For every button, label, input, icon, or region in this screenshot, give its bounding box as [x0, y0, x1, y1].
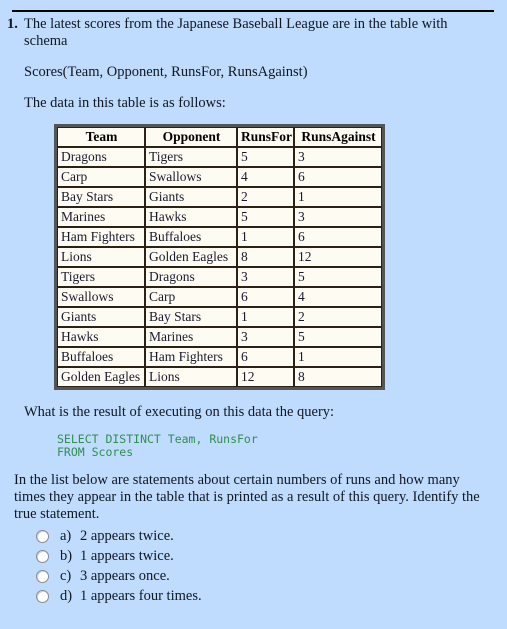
- cell-runsagainst: 6: [294, 227, 382, 247]
- option-c[interactable]: c) 3 appears once.: [36, 566, 507, 586]
- cell-runsfor: 6: [237, 287, 294, 307]
- column-header-runsfor: RunsFor: [237, 127, 294, 147]
- cell-opponent: Swallows: [145, 167, 237, 187]
- radio-button-icon[interactable]: [36, 529, 49, 543]
- answer-options: a) 2 appears twice. b) 1 appears twice. …: [0, 526, 507, 606]
- cell-runsagainst: 12: [294, 247, 382, 267]
- cell-runsfor: 8: [237, 247, 294, 267]
- cell-opponent: Lions: [145, 367, 237, 387]
- option-label: 3 appears once.: [80, 568, 170, 584]
- cell-opponent: Giants: [145, 187, 237, 207]
- question-stem: The latest scores from the Japanese Base…: [24, 16, 448, 49]
- cell-team: Ham Fighters: [57, 227, 145, 247]
- cell-runsagainst: 5: [294, 327, 382, 347]
- table-row: Hawks Marines 3 5: [57, 327, 382, 347]
- cell-team: Buffaloes: [57, 347, 145, 367]
- cell-runsfor: 5: [237, 207, 294, 227]
- cell-runsagainst: 4: [294, 287, 382, 307]
- cell-opponent: Golden Eagles: [145, 247, 237, 267]
- scores-table-body: Dragons Tigers 5 3 Carp Swallows 4 6 Bay…: [57, 147, 382, 387]
- cell-opponent: Dragons: [145, 267, 237, 287]
- cell-opponent: Carp: [145, 287, 237, 307]
- cell-runsfor: 1: [237, 307, 294, 327]
- column-header-team: Team: [57, 127, 145, 147]
- cell-runsagainst: 3: [294, 147, 382, 167]
- schema-declaration: Scores(Team, Opponent, RunsFor, RunsAgai…: [24, 64, 308, 80]
- cell-runsagainst: 5: [294, 267, 382, 287]
- table-row: Dragons Tigers 5 3: [57, 147, 382, 167]
- option-label: 1 appears twice.: [80, 548, 174, 564]
- list-intro-text: In the list below are statements about c…: [14, 472, 480, 522]
- cell-opponent: Buffaloes: [145, 227, 237, 247]
- option-letter: a): [60, 528, 72, 544]
- radio-button-icon[interactable]: [36, 569, 49, 583]
- table-row: Swallows Carp 6 4: [57, 287, 382, 307]
- question-number: 1.: [7, 16, 18, 32]
- option-label: 2 appears twice.: [80, 528, 174, 544]
- cell-runsfor: 6: [237, 347, 294, 367]
- option-letter: c): [60, 568, 72, 584]
- cell-runsfor: 4: [237, 167, 294, 187]
- table-row: Tigers Dragons 3 5: [57, 267, 382, 287]
- cell-opponent: Tigers: [145, 147, 237, 167]
- quiz-page: 1. The latest scores from the Japanese B…: [0, 0, 507, 629]
- cell-opponent: Ham Fighters: [145, 347, 237, 367]
- option-label: 1 appears four times.: [80, 588, 202, 604]
- cell-opponent: Hawks: [145, 207, 237, 227]
- option-letter: b): [60, 548, 73, 564]
- table-row: Buffaloes Ham Fighters 6 1: [57, 347, 382, 367]
- table-row: Ham Fighters Buffaloes 1 6: [57, 227, 382, 247]
- table-row: Carp Swallows 4 6: [57, 167, 382, 187]
- question-content: 1. The latest scores from the Japanese B…: [0, 16, 507, 606]
- table-row: Giants Bay Stars 1 2: [57, 307, 382, 327]
- option-b[interactable]: b) 1 appears twice.: [36, 546, 507, 566]
- table-row: Lions Golden Eagles 8 12: [57, 247, 382, 267]
- option-a[interactable]: a) 2 appears twice.: [36, 526, 507, 546]
- cell-runsagainst: 3: [294, 207, 382, 227]
- cell-runsfor: 3: [237, 327, 294, 347]
- top-divider: [12, 10, 494, 12]
- table-row: Marines Hawks 5 3: [57, 207, 382, 227]
- query-intro-text: What is the result of executing on this …: [24, 404, 335, 420]
- cell-team: Bay Stars: [57, 187, 145, 207]
- cell-team: Swallows: [57, 287, 145, 307]
- data-intro-text: The data in this table is as follows:: [24, 95, 226, 111]
- cell-team: Dragons: [57, 147, 145, 167]
- scores-table: Team Opponent RunsFor RunsAgainst Dragon…: [54, 124, 385, 390]
- radio-button-icon[interactable]: [36, 589, 49, 603]
- table-row: Golden Eagles Lions 12 8: [57, 367, 382, 387]
- cell-team: Tigers: [57, 267, 145, 287]
- cell-runsagainst: 2: [294, 307, 382, 327]
- table-header-row: Team Opponent RunsFor RunsAgainst: [57, 127, 382, 147]
- question-block: 1. The latest scores from the Japanese B…: [0, 16, 507, 112]
- cell-runsfor: 3: [237, 267, 294, 287]
- scores-table-wrapper: Team Opponent RunsFor RunsAgainst Dragon…: [0, 124, 507, 390]
- cell-runsfor: 12: [237, 367, 294, 387]
- cell-team: Marines: [57, 207, 145, 227]
- cell-team: Golden Eagles: [57, 367, 145, 387]
- cell-opponent: Marines: [145, 327, 237, 347]
- column-header-runsagainst: RunsAgainst: [294, 127, 382, 147]
- cell-team: Giants: [57, 307, 145, 327]
- cell-team: Carp: [57, 167, 145, 187]
- cell-runsagainst: 1: [294, 187, 382, 207]
- option-letter: d): [60, 588, 73, 604]
- sql-query-code: SELECT DISTINCT Team, RunsFor FROM Score…: [57, 432, 258, 459]
- cell-team: Lions: [57, 247, 145, 267]
- cell-runsagainst: 8: [294, 367, 382, 387]
- cell-runsfor: 5: [237, 147, 294, 167]
- table-row: Bay Stars Giants 2 1: [57, 187, 382, 207]
- column-header-opponent: Opponent: [145, 127, 237, 147]
- cell-runsfor: 1: [237, 227, 294, 247]
- option-d[interactable]: d) 1 appears four times.: [36, 586, 507, 606]
- cell-runsagainst: 1: [294, 347, 382, 367]
- cell-opponent: Bay Stars: [145, 307, 237, 327]
- cell-runsagainst: 6: [294, 167, 382, 187]
- radio-button-icon[interactable]: [36, 549, 49, 563]
- cell-runsfor: 2: [237, 187, 294, 207]
- cell-team: Hawks: [57, 327, 145, 347]
